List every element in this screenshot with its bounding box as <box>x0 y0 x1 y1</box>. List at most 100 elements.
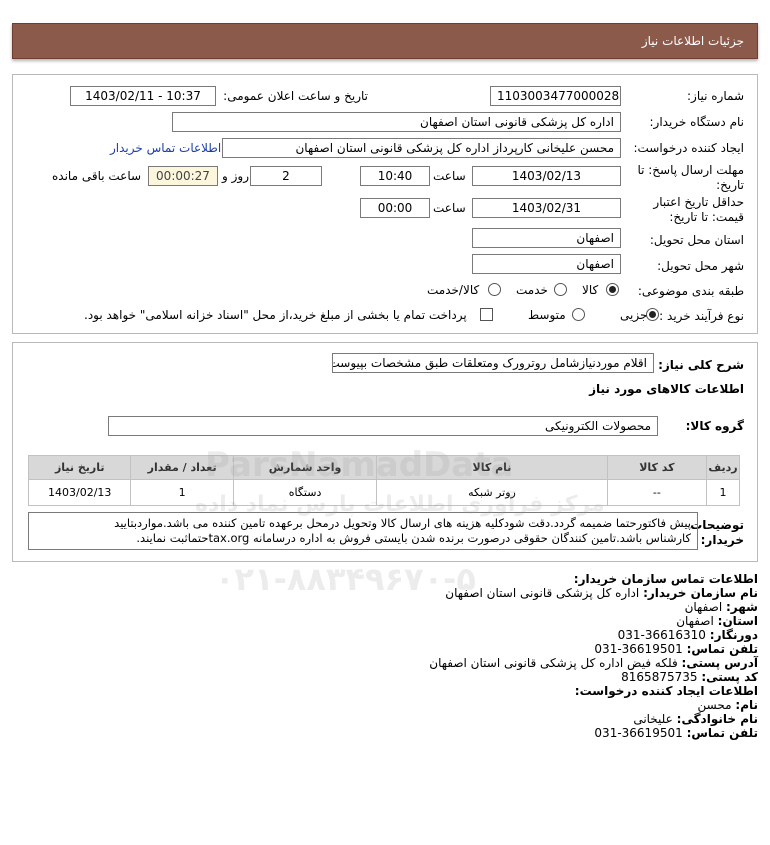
items-table: ردیف کد کالا نام کالا واحد شمارش تعداد /… <box>27 455 740 506</box>
category-option-goods: کالا <box>582 283 599 297</box>
city-label: شهر محل تحویل: <box>657 259 744 273</box>
items-table-header-row: ردیف کد کالا نام کالا واحد شمارش تعداد /… <box>27 455 740 480</box>
contact-city-line: شهر: اصفهان <box>685 600 758 614</box>
contact-province-label: استان: <box>717 614 758 628</box>
cell-quantity: 1 <box>130 479 234 506</box>
creator-info-title: اطلاعات ایجاد کننده درخواست: <box>574 684 758 698</box>
contact-city-value: اصفهان <box>684 600 723 614</box>
creator-field: محسن علیخانی کارپرداز اداره کل پزشکی قان… <box>222 138 621 158</box>
contact-address-value: فلکه فیض اداره کل پزشکی قانونی استان اصف… <box>429 656 678 670</box>
creator-last-name-line: نام خانوادگی: علیخانی <box>633 712 758 726</box>
contact-org-line: نام سازمان خریدار: اداره کل پزشکی قانونی… <box>445 586 758 600</box>
contact-fax-line: دورنگار: 031-36616310 <box>618 628 758 642</box>
col-header-unit: واحد شمارش <box>232 455 378 480</box>
buyer-notes-box: پیش فاکتورحتما ضمیمه گردد.دقت شودکلیه هز… <box>28 512 698 550</box>
contact-postal-value: 8165875735 <box>621 670 698 684</box>
contact-postal-label: کد پستی: <box>701 670 758 684</box>
buyer-notes-line-1: پیش فاکتورحتما ضمیمه گردد.دقت شودکلیه هز… <box>114 516 691 530</box>
buyer-notes-label: توضیحات <box>690 518 744 532</box>
goods-group-field: محصولات الکترونیکی <box>108 416 658 436</box>
contact-fax-value: 031-36616310 <box>617 628 706 642</box>
validity-time-field: 00:00 <box>360 198 430 218</box>
deadline-date-field: 1403/02/13 <box>472 166 621 186</box>
col-header-row-number: ردیف <box>706 455 740 480</box>
validity-date-field: 1403/02/31 <box>472 198 621 218</box>
creator-info-title-line: اطلاعات ایجاد کننده درخواست: <box>575 684 758 698</box>
process-option-minor: جزیی <box>620 308 648 322</box>
contact-phone-label: تلفن تماس: <box>686 642 758 656</box>
contact-org-value: اداره کل پزشکی قانونی استان اصفهان <box>445 586 640 600</box>
buyer-contact-link[interactable]: اطلاعات تماس خریدار <box>110 141 221 155</box>
page-title: جزئیات اطلاعات نیاز <box>641 34 744 48</box>
category-radio-service[interactable] <box>554 283 567 296</box>
col-header-item-name: نام کالا <box>376 455 608 480</box>
cell-unit: دستگاه <box>232 479 378 506</box>
contact-title: اطلاعات تماس سازمان خریدار: <box>573 572 758 586</box>
contact-phone-line: تلفن تماس: 031-36619501 <box>594 642 758 656</box>
deadline-time-field: 10:40 <box>360 166 430 186</box>
province-label: استان محل تحویل: <box>649 233 744 247</box>
treasury-payment-checkbox[interactable] <box>480 308 493 321</box>
remaining-time-field: 00:00:27 <box>148 166 218 186</box>
contact-address-label: آدرس پستی: <box>681 656 758 670</box>
need-number-label: شماره نیاز: <box>687 89 744 103</box>
contact-province-line: استان: اصفهان <box>676 614 758 628</box>
col-header-item-code: کد کالا <box>606 455 708 480</box>
watermark-line-3: ۰۲۱-۸۸۳۴۹۶۷۰-۵ <box>215 560 476 598</box>
creator-first-name-value: محسن <box>697 698 732 712</box>
contact-city-label: شهر: <box>726 600 758 614</box>
table-row: 1 -- روتر شبکه دستگاه 1 1403/02/13 <box>27 479 740 506</box>
summary-field: اقلام موردنیازشامل روترورک ومتعلقات طبق … <box>332 353 654 373</box>
contact-province-value: اصفهان <box>676 614 714 628</box>
contact-fax-label: دورنگار: <box>709 628 758 642</box>
city-field: اصفهان <box>472 254 621 274</box>
process-option-medium: متوسط <box>528 308 566 322</box>
validity-label: حداقل تاریخ اعتبار <box>653 195 744 209</box>
creator-phone-value: 031-36619501 <box>594 726 683 740</box>
contact-section: اطلاعات تماس سازمان خریدار: <box>574 572 758 586</box>
buyer-notes-label-2: خریدار: <box>700 533 744 547</box>
category-radio-goods[interactable] <box>606 283 619 296</box>
creator-last-name-value: علیخانی <box>633 712 673 726</box>
creator-first-name-line: نام: محسن <box>698 698 758 712</box>
contact-postal-line: کد پستی: 8165875735 <box>621 670 758 684</box>
announce-datetime-field: 1403/02/11 - 10:37 <box>70 86 216 106</box>
cell-item-code: -- <box>606 479 708 506</box>
deadline-label: مهلت ارسال پاسخ: تا <box>637 163 744 177</box>
contact-address-line: آدرس پستی: فلکه فیض اداره کل پزشکی قانون… <box>429 656 758 670</box>
category-option-goods-service: کالا/خدمت <box>427 283 480 297</box>
contact-org-label: نام سازمان خریدار: <box>643 586 758 600</box>
province-field: اصفهان <box>472 228 621 248</box>
buyer-notes-line-2: کارشناس باشد.تامین کنندگان حقوقی درصورت … <box>136 531 691 545</box>
remaining-time-label: ساعت باقی مانده <box>52 169 142 183</box>
process-radio-medium[interactable] <box>572 308 585 321</box>
deadline-time-label: ساعت <box>433 169 466 183</box>
validity-label-date: قیمت: تا تاریخ: <box>669 210 744 224</box>
creator-first-name-label: نام: <box>735 698 758 712</box>
days-label: روز و <box>222 169 249 183</box>
cell-item-name: روتر شبکه <box>376 479 608 506</box>
process-radio-minor[interactable] <box>646 308 659 321</box>
col-header-need-date: تاریخ نیاز <box>27 455 132 480</box>
creator-label: ایجاد کننده درخواست: <box>633 141 744 155</box>
treasury-payment-note: پرداخت تمام یا بخشی از مبلغ خرید،از محل … <box>84 308 467 322</box>
category-label: طبقه بندی موضوعی: <box>637 284 744 298</box>
validity-time-label: ساعت <box>433 201 466 215</box>
creator-last-name-label: نام خانوادگی: <box>676 712 758 726</box>
days-remaining-field: 2 <box>250 166 322 186</box>
deadline-label-date: تاریخ: <box>716 178 744 192</box>
col-header-quantity: تعداد / مقدار <box>130 455 234 480</box>
announce-datetime-label: تاریخ و ساعت اعلان عمومی: <box>223 89 368 103</box>
creator-phone-line: تلفن تماس: 031-36619501 <box>594 726 758 740</box>
cell-row-number: 1 <box>706 479 740 506</box>
items-section-title: اطلاعات کالاهای مورد نیاز <box>589 382 744 396</box>
need-number-field: 1103003477000028 <box>490 86 621 106</box>
contact-phone-value: 031-36619501 <box>594 642 683 656</box>
items-table-wrapper: ردیف کد کالا نام کالا واحد شمارش تعداد /… <box>27 455 740 506</box>
creator-phone-label: تلفن تماس: <box>686 726 758 740</box>
summary-label: شرح کلی نیاز: <box>658 358 744 372</box>
goods-group-label: گروه کالا: <box>685 419 744 433</box>
category-radio-goods-service[interactable] <box>488 283 501 296</box>
buyer-org-label: نام دستگاه خریدار: <box>649 115 745 129</box>
buyer-org-field: اداره کل پزشکی قانونی استان اصفهان <box>172 112 621 132</box>
